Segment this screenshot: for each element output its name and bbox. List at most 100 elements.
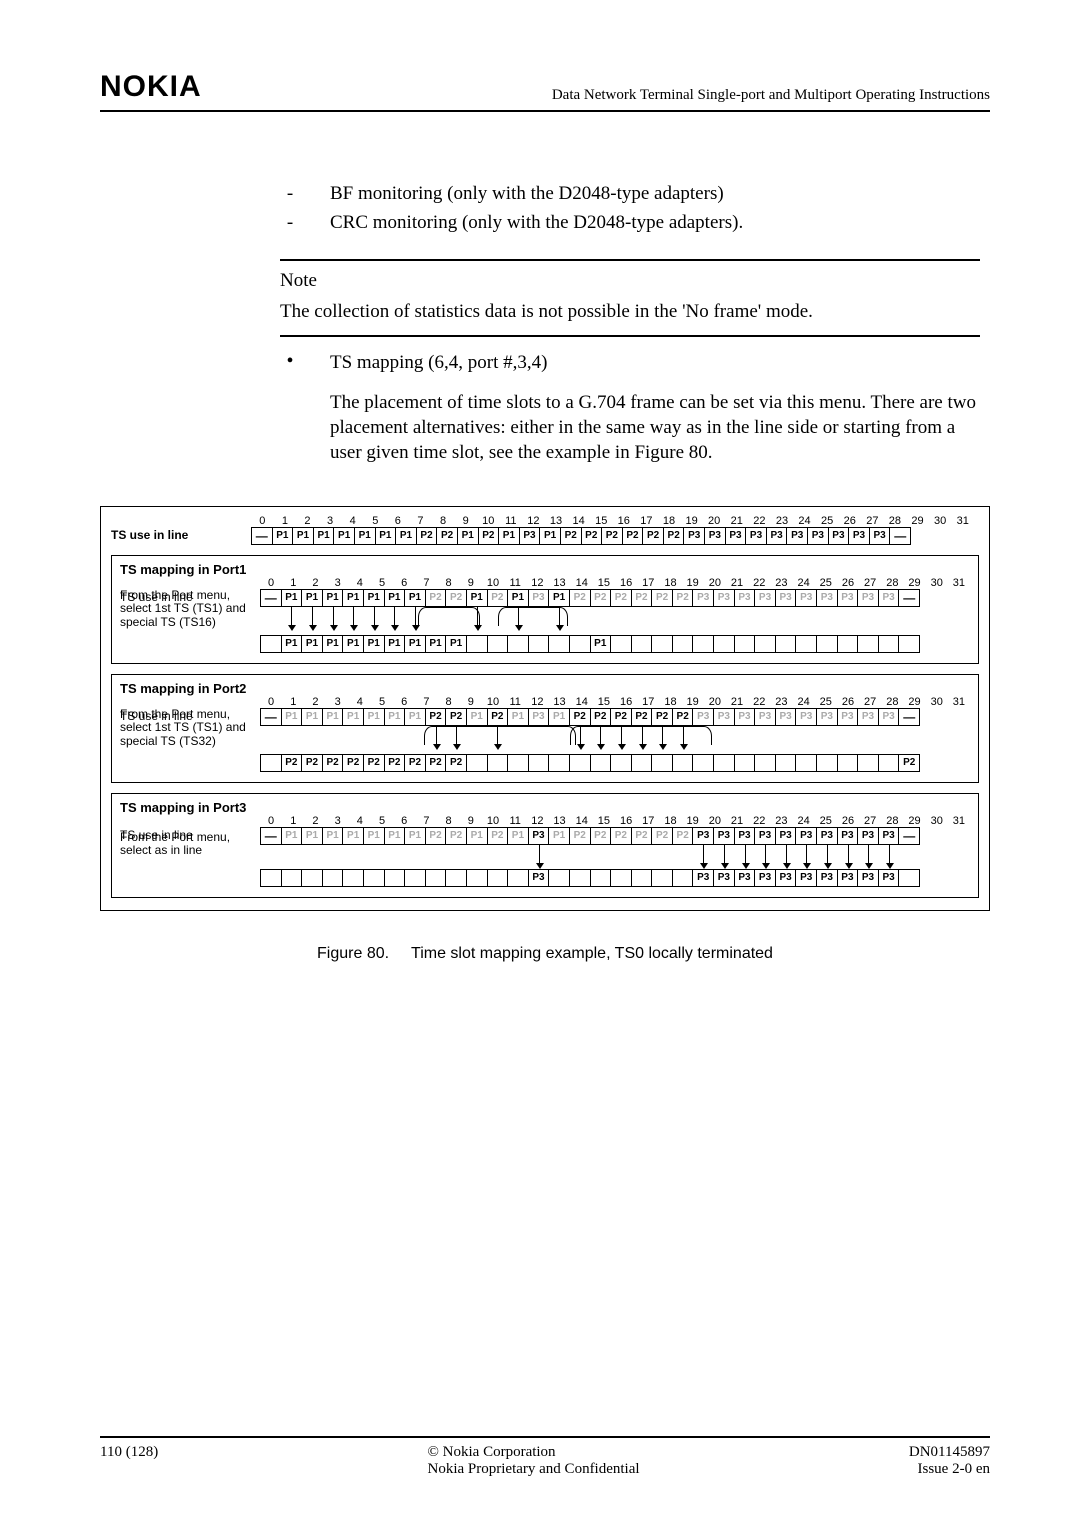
- ts-cell: P2: [642, 527, 664, 545]
- ts-cell: P1: [301, 827, 323, 845]
- port2-line-cells: —P1P1P1P1P1P1P1P2P2P1P2P1P3P1P2P2P2P2P2P…: [260, 708, 920, 726]
- ts-cell: P1: [539, 527, 561, 545]
- col-num: 31: [951, 515, 974, 527]
- ts-use-label: TS use in line: [111, 527, 251, 543]
- col-num: 24: [793, 577, 815, 589]
- port2-title: TS mapping in Port2: [120, 681, 970, 696]
- ts-cell: P1: [548, 589, 570, 607]
- ts-cell: P3: [816, 708, 838, 726]
- col-num: 20: [704, 815, 726, 827]
- col-num: 3: [327, 696, 349, 708]
- ts-cell: P2: [487, 827, 509, 845]
- dash-icon: -: [280, 211, 300, 236]
- ts-cell: P3: [857, 708, 879, 726]
- col-num: 9: [460, 815, 482, 827]
- col-num: 26: [838, 515, 861, 527]
- col-num: 14: [571, 815, 593, 827]
- ts-cell: P1: [313, 527, 335, 545]
- issue: Issue 2-0 en: [909, 1461, 990, 1478]
- ts-cell: P2: [631, 827, 653, 845]
- ts-cell: P1: [384, 589, 406, 607]
- ts-cell: P2: [672, 708, 694, 726]
- col-num: 3: [327, 815, 349, 827]
- divider: [280, 335, 980, 337]
- col-num: 26: [837, 696, 859, 708]
- ts-cell: P3: [734, 827, 756, 845]
- col-num: 17: [637, 696, 659, 708]
- ts-cell: P1: [384, 708, 406, 726]
- col-num: 9: [460, 696, 482, 708]
- col-num: 17: [635, 515, 658, 527]
- arrow-down-icon: [827, 845, 828, 865]
- col-num: 30: [926, 696, 948, 708]
- ts-cell: P2: [487, 589, 509, 607]
- ts-cell: P2: [651, 708, 673, 726]
- col-num: 19: [682, 577, 704, 589]
- port3-arrows: [260, 845, 970, 875]
- ts-bullet: TS mapping (6,4, port #,3,4): [330, 351, 547, 376]
- arrow-down-icon: [621, 726, 622, 746]
- ts-cell: P1: [548, 708, 570, 726]
- ts-cell: P1: [375, 527, 397, 545]
- col-num: 12: [526, 696, 548, 708]
- arrow-down-icon: [662, 726, 663, 746]
- ts-cell: P2: [672, 827, 694, 845]
- ts-cell: P1: [322, 827, 344, 845]
- ts-cell: P2: [610, 708, 632, 726]
- ts-cell: P1: [281, 827, 303, 845]
- port2-arrows: [260, 726, 970, 760]
- ts-cell: P3: [528, 708, 550, 726]
- col-num: 7: [409, 515, 432, 527]
- ts-cell: P1: [363, 589, 385, 607]
- arrow-down-icon: [642, 726, 643, 746]
- col-num: 30: [926, 577, 948, 589]
- ts-cell: P1: [354, 527, 376, 545]
- col-num: 25: [816, 515, 839, 527]
- arrow-down-icon: [518, 607, 519, 627]
- ts-cell: P3: [775, 589, 797, 607]
- col-num: 19: [682, 696, 704, 708]
- col-num: 22: [748, 515, 771, 527]
- col-num: 5: [371, 815, 393, 827]
- ts-cell: P3: [754, 827, 776, 845]
- ts-cell: —: [260, 708, 282, 726]
- ts-cell: P3: [528, 589, 550, 607]
- col-num: 10: [482, 577, 504, 589]
- ts-cell: P1: [333, 527, 355, 545]
- col-num: 4: [349, 577, 371, 589]
- col-num: 1: [274, 515, 297, 527]
- col-num: 11: [504, 696, 526, 708]
- port1-title: TS mapping in Port1: [120, 562, 970, 577]
- divider: [280, 259, 980, 261]
- col-num: 11: [504, 577, 526, 589]
- col-num: 8: [438, 696, 460, 708]
- ts-cell: P2: [663, 527, 685, 545]
- ts-cell: P1: [342, 589, 364, 607]
- ts-cell: P1: [322, 708, 344, 726]
- column-numbers: 0123456789101112131415161718192021222324…: [251, 515, 979, 527]
- col-num: 17: [637, 815, 659, 827]
- ts-cell: P2: [445, 827, 467, 845]
- col-num: 4: [349, 696, 371, 708]
- ts-cell: P2: [610, 827, 632, 845]
- ts-cell: P2: [622, 527, 644, 545]
- col-num: 23: [770, 696, 792, 708]
- ts-cell: P1: [301, 708, 323, 726]
- port1-arrows: [260, 607, 970, 641]
- col-num: 15: [593, 696, 615, 708]
- ts-cell: P1: [322, 589, 344, 607]
- col-num: 24: [793, 696, 815, 708]
- arrow-down-icon: [394, 607, 395, 627]
- col-num: 21: [725, 515, 748, 527]
- ts-section: • TS mapping (6,4, port #,3,4) The place…: [280, 351, 980, 466]
- col-num: 30: [929, 515, 952, 527]
- arrow-down-icon: [745, 845, 746, 865]
- col-num: 20: [704, 577, 726, 589]
- ts-cell: —: [898, 708, 920, 726]
- col-num: 19: [680, 515, 703, 527]
- ts-cell: P1: [466, 708, 488, 726]
- confidential: Nokia Proprietary and Confidential: [428, 1461, 640, 1478]
- arrow-down-icon: [436, 726, 437, 746]
- ts-cell: P3: [519, 527, 541, 545]
- port2-note: From the Port menu, select 1st TS (TS1) …: [120, 706, 260, 749]
